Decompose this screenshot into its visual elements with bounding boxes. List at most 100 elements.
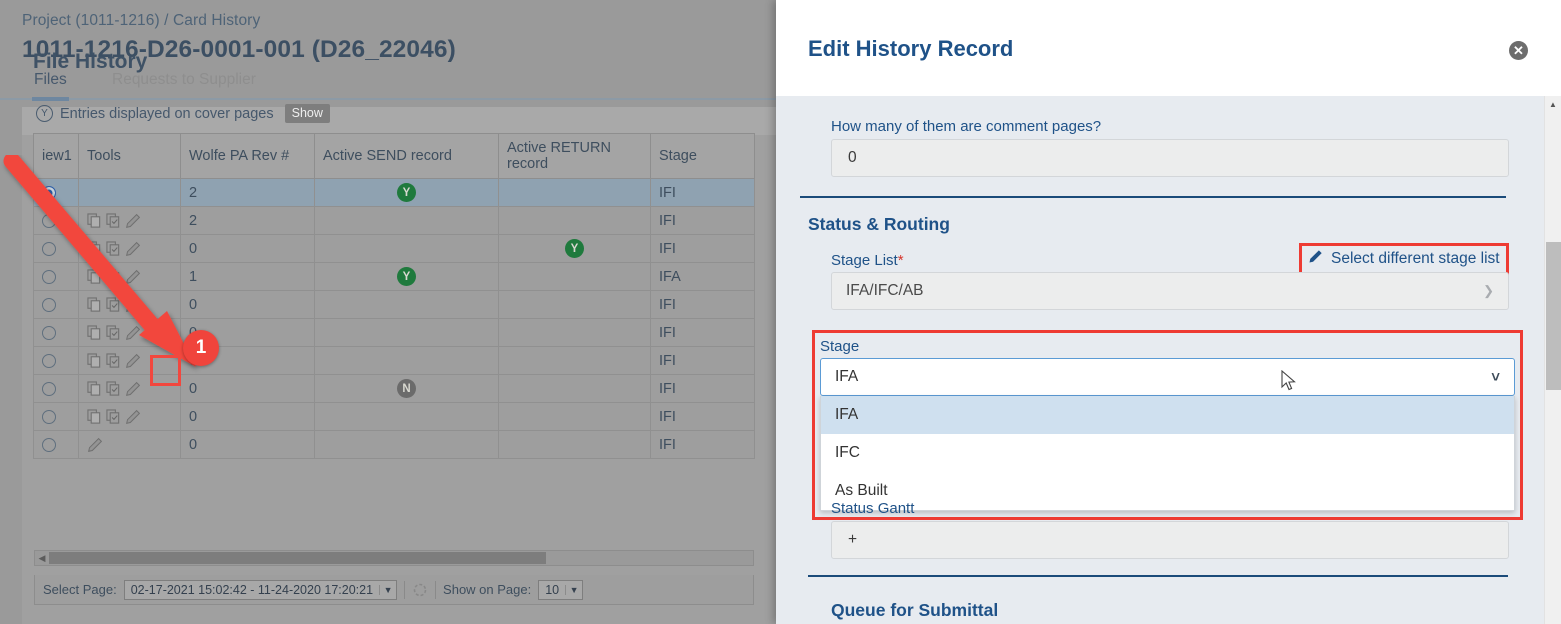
divider-top (800, 196, 1506, 198)
table-row[interactable]: 1 Y IFA (33, 262, 755, 291)
select-page-dropdown[interactable]: 02-17-2021 15:02:42 - 11-24-2020 17:20:2… (123, 579, 398, 600)
copy-document-alt-icon[interactable] (106, 408, 121, 425)
cell-tools (78, 318, 181, 347)
edit-pencil-icon[interactable] (125, 269, 141, 285)
row-radio[interactable] (42, 353, 56, 368)
cell-view[interactable] (33, 346, 79, 375)
edit-pencil-icon[interactable] (125, 297, 141, 313)
edit-pencil-icon[interactable] (125, 213, 141, 229)
row-tools (87, 240, 172, 257)
copy-document-icon[interactable] (87, 352, 102, 369)
table-row[interactable]: 0IFI (33, 318, 755, 347)
chevron-down-icon[interactable]: ▼ (379, 584, 396, 595)
stage-option[interactable]: IFA (821, 396, 1514, 434)
row-radio[interactable] (42, 409, 56, 424)
scroll-left-arrow[interactable]: ◀ (35, 553, 49, 564)
cell-tools (78, 178, 181, 207)
edit-pencil-icon[interactable] (87, 437, 103, 453)
table-horizontal-scrollbar[interactable]: ◀ (34, 550, 754, 566)
chevron-down-icon-stage[interactable]: ˅ (1491, 369, 1500, 386)
row-radio[interactable] (42, 213, 56, 228)
cell-view[interactable] (33, 262, 79, 291)
edit-pencil-icon[interactable] (125, 409, 141, 425)
cell-tools (78, 430, 181, 459)
cell-view[interactable] (33, 318, 79, 347)
copy-document-alt-icon[interactable] (106, 268, 121, 285)
select-different-stage-list-link[interactable]: Select different stage list (1308, 249, 1500, 269)
stage-select[interactable]: IFA ˅ (820, 358, 1515, 396)
show-on-page-dropdown[interactable]: 10 ▼ (538, 579, 584, 600)
col-header-stage[interactable]: Stage (650, 133, 755, 179)
copy-document-icon[interactable] (87, 324, 102, 341)
table-row[interactable]: 0IFI (33, 430, 755, 459)
cover-pages-text: Entries displayed on cover pages (60, 105, 274, 122)
table-row[interactable]: 0IFI (33, 402, 755, 431)
row-tools (87, 437, 172, 453)
table-pager: Select Page: 02-17-2021 15:02:42 - 11-24… (34, 575, 754, 605)
table-row[interactable]: 0IFI (33, 290, 755, 319)
copy-document-alt-icon[interactable] (106, 352, 121, 369)
edit-pencil-icon[interactable] (125, 241, 141, 257)
copy-document-icon[interactable] (87, 296, 102, 313)
copy-document-alt-icon[interactable] (106, 296, 121, 313)
edit-pencil-icon[interactable] (125, 325, 141, 341)
close-icon[interactable]: ✕ (1509, 41, 1528, 60)
table-row[interactable]: 2 Y IFI (33, 178, 755, 207)
stage-option[interactable]: IFC (821, 434, 1514, 472)
col-header-view[interactable]: iew1 (33, 133, 79, 179)
row-radio[interactable] (42, 325, 56, 340)
refresh-icon[interactable] (412, 582, 428, 598)
row-radio[interactable] (42, 185, 56, 200)
cell-view[interactable] (33, 206, 79, 235)
copy-document-icon[interactable] (87, 380, 102, 397)
copy-document-alt-icon[interactable] (106, 380, 121, 397)
copy-document-alt-icon[interactable] (106, 324, 121, 341)
edit-pencil-icon[interactable] (125, 381, 141, 397)
cell-active-return (498, 430, 651, 459)
row-radio[interactable] (42, 241, 56, 256)
row-radio[interactable] (42, 269, 56, 284)
table-row[interactable]: 2 IFI (33, 206, 755, 235)
breadcrumb[interactable]: Project (1011-1216) / Card History (22, 12, 260, 30)
cell-active-send: Y (314, 262, 499, 291)
status-gantt-input[interactable]: + (831, 521, 1509, 559)
cell-view[interactable] (33, 234, 79, 263)
edit-pencil-icon[interactable] (125, 353, 141, 369)
cell-view[interactable] (33, 178, 79, 207)
copy-document-icon[interactable] (87, 268, 102, 285)
col-header-tools[interactable]: Tools (78, 133, 181, 179)
copy-document-icon[interactable] (87, 240, 102, 257)
chevron-down-icon-2[interactable]: ▼ (565, 584, 582, 595)
cell-view[interactable] (33, 430, 79, 459)
scroll-up-arrow[interactable]: ▲ (1545, 96, 1561, 112)
col-header-rev[interactable]: Wolfe PA Rev # (180, 133, 315, 179)
copy-document-icon[interactable] (87, 408, 102, 425)
modal-scroll-thumb[interactable] (1546, 242, 1561, 390)
copy-document-alt-icon[interactable] (106, 212, 121, 229)
row-radio[interactable] (42, 381, 56, 396)
cell-view[interactable] (33, 402, 79, 431)
chevron-down-icon-stage-list[interactable]: ❯ (1483, 283, 1494, 299)
table-row[interactable]: 0IFI (33, 346, 755, 375)
row-radio[interactable] (42, 437, 56, 452)
col-header-active-return[interactable]: Active RETURN record (498, 133, 651, 179)
copy-document-alt-icon[interactable] (106, 240, 121, 257)
stage-label: Stage (820, 338, 860, 355)
col-header-active-send[interactable]: Active SEND record (314, 133, 499, 179)
stage-list-select[interactable]: IFA/IFC/AB ❯ (831, 272, 1509, 310)
section-title-status-routing: Status & Routing (808, 214, 950, 234)
cell-view[interactable] (33, 290, 79, 319)
copy-document-icon[interactable] (87, 212, 102, 229)
show-button[interactable]: Show (284, 104, 330, 123)
cover-pages-row: Y Entries displayed on cover pages Show (36, 104, 330, 123)
table-row[interactable]: 0 Y IFI (33, 234, 755, 263)
table-row[interactable]: 0 N IFI (33, 374, 755, 403)
cell-view[interactable] (33, 374, 79, 403)
select-page-label: Select Page: (43, 582, 117, 597)
row-radio[interactable] (42, 297, 56, 312)
comment-pages-input[interactable]: 0 (831, 139, 1509, 177)
stage-option[interactable]: As Built (821, 472, 1514, 510)
scroll-thumb[interactable] (49, 552, 546, 564)
modal-vertical-scrollbar[interactable]: ▲ (1544, 96, 1561, 624)
highlight-box-select-different-stage-list: Select different stage list (1299, 243, 1509, 275)
